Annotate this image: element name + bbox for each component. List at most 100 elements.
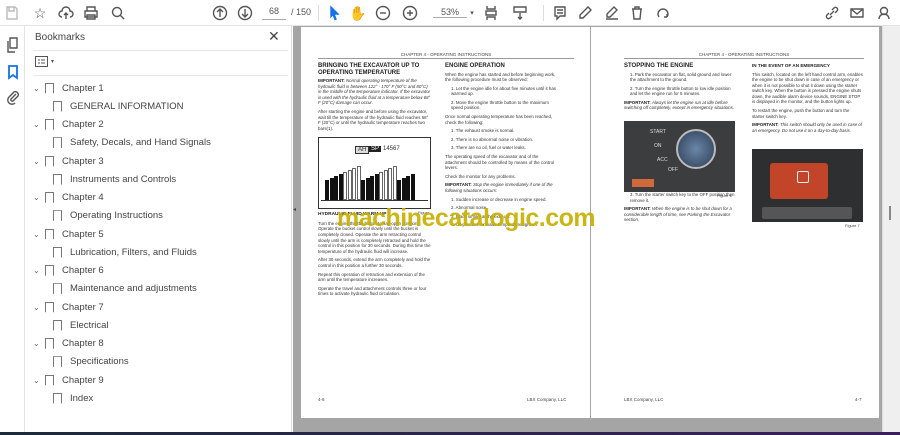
select-cursor-icon[interactable] <box>325 4 343 22</box>
bookmark-chapter-2[interactable]: ⌄ Chapter 2 <box>33 118 104 132</box>
bookmark-section[interactable]: Safety, Decals, and Hand Signals <box>53 136 211 150</box>
bookmark-section[interactable]: Instruments and Controls <box>53 172 176 186</box>
paragraph: After 30 seconds, extend the arm complet… <box>318 257 431 268</box>
gauge-bar <box>397 180 401 200</box>
page-thumbnails-icon[interactable] <box>4 36 22 54</box>
page-fit-icon[interactable] <box>482 4 500 22</box>
gauge-bar <box>356 166 361 200</box>
save-icon[interactable] <box>3 4 21 22</box>
key-start-label: START <box>650 129 666 135</box>
bookmark-label: Chapter 3 <box>62 155 104 167</box>
highlight-pen-icon[interactable] <box>576 4 594 22</box>
star-icon[interactable]: ☆ <box>31 4 49 22</box>
bookmark-panel-icon[interactable] <box>4 63 22 81</box>
user-account-icon[interactable] <box>875 4 893 22</box>
important-label: IMPORTANT: <box>445 182 472 188</box>
chevron-down-icon[interactable]: ▾ <box>463 4 481 22</box>
comment-icon[interactable] <box>551 4 569 22</box>
scroll-mode-icon[interactable] <box>511 4 529 22</box>
footer-company: LBX Company, LLC <box>527 397 567 402</box>
bookmark-icon <box>53 210 62 222</box>
bookmark-section[interactable]: Specifications <box>53 355 129 369</box>
bookmark-icon <box>53 100 62 112</box>
page-number-input[interactable]: 68 <box>262 6 286 20</box>
bookmark-icon <box>45 192 54 203</box>
bookmark-icon <box>45 228 54 240</box>
bookmark-chapter-8[interactable]: ⌄ Chapter 8 <box>33 337 104 351</box>
scrollbar-thumb[interactable] <box>889 206 891 220</box>
bookmark-section[interactable]: Operating Instructions <box>53 209 163 223</box>
close-panel-icon[interactable]: ✕ <box>268 28 280 45</box>
column-right: IN THE EVENT OF AN EMERGENCY This switch… <box>752 63 863 136</box>
chevron-down-icon[interactable]: ⌄ <box>33 157 45 166</box>
footer-company: LBX Company, LLC <box>624 397 664 402</box>
email-icon[interactable] <box>848 4 866 22</box>
bookmark-icon <box>53 392 62 404</box>
bookmark-chapter-9[interactable]: ⌄ Chapter 9 <box>33 373 104 387</box>
bookmark-section[interactable]: Index <box>53 391 93 405</box>
chevron-down-icon[interactable]: ⌄ <box>33 376 45 385</box>
list-item: 1. Park the excavator on flat, solid gro… <box>630 71 732 83</box>
bookmark-label: GENERAL INFORMATION <box>70 100 184 112</box>
paragraph: After starting the engine and before usi… <box>318 108 429 131</box>
bookmark-section[interactable]: Electrical <box>53 318 109 332</box>
monitor-display-figure: AH SP 14567 <box>318 137 431 209</box>
vertical-scrollbar[interactable] <box>882 26 900 432</box>
chevron-down-icon[interactable]: ⌄ <box>33 193 45 202</box>
rotate-icon[interactable] <box>654 4 672 22</box>
gauge-bar <box>329 178 334 200</box>
previous-page-icon[interactable] <box>211 4 229 22</box>
chevron-down-icon[interactable]: ⌄ <box>33 230 45 239</box>
section-heading: ENGINE OPERATION <box>445 63 505 69</box>
delete-trash-icon[interactable] <box>628 4 646 22</box>
bookmark-label: Instruments and Controls <box>70 173 177 185</box>
bookmark-label: Lubrication, Filters, and Fluids <box>70 246 197 258</box>
print-icon[interactable] <box>82 4 100 22</box>
zoom-in-icon[interactable] <box>401 4 419 22</box>
chevron-down-icon[interactable]: ⌄ <box>33 339 45 348</box>
bookmark-chapter-7[interactable]: ⌄ Chapter 7 <box>33 300 104 314</box>
list-item: 1. The exhaust smoke is normal. <box>451 128 515 134</box>
zoom-out-icon[interactable] <box>374 4 392 22</box>
bookmark-chapter-4[interactable]: ⌄ Chapter 4 <box>33 191 104 205</box>
scroll-left-arrow-icon[interactable]: ◂ <box>293 206 296 213</box>
share-link-icon[interactable] <box>823 4 841 22</box>
draw-signature-icon[interactable] <box>603 4 621 22</box>
gauge-bar <box>392 166 397 200</box>
bookmark-icon <box>53 173 62 185</box>
bookmark-section[interactable]: Lubrication, Filters, and Fluids <box>53 245 197 259</box>
next-page-icon[interactable] <box>236 4 254 22</box>
bookmark-chapter-3[interactable]: ⌄ Chapter 3 <box>33 154 104 168</box>
bookmark-options-button[interactable]: ▾ <box>35 56 54 67</box>
bookmark-icon <box>53 319 62 331</box>
upload-cloud-icon[interactable] <box>57 4 75 22</box>
page-number: 4-7 <box>855 397 862 402</box>
paragraph: This switch, located on the left hand co… <box>752 71 863 105</box>
bookmark-section[interactable]: GENERAL INFORMATION <box>53 99 183 113</box>
bookmark-chapter-1[interactable]: ⌄ Chapter 1 <box>33 81 104 95</box>
pdf-page-right: CHAPTER 4 - OPERATING INSTRUCTIONS STOPP… <box>591 27 879 418</box>
bookmark-icon <box>53 137 62 149</box>
bookmark-chapter-5[interactable]: ⌄ Chapter 5 <box>33 227 104 241</box>
paragraph: Check the monitor for any problems. <box>445 173 516 179</box>
gauge-bar <box>410 174 415 200</box>
zoom-level-select[interactable]: 53% <box>433 7 467 18</box>
chevron-down-icon[interactable]: ⌄ <box>33 266 45 275</box>
search-icon[interactable] <box>109 4 127 22</box>
gauge-bar <box>406 176 410 200</box>
chevron-down-icon[interactable]: ⌄ <box>33 303 45 312</box>
bookmark-icon <box>53 356 62 368</box>
section-heading: STOPPING THE ENGINE <box>624 63 694 69</box>
bookmark-chapter-6[interactable]: ⌄ Chapter 6 <box>33 264 104 278</box>
chevron-down-icon[interactable]: ⌄ <box>33 120 45 129</box>
hand-tool-icon[interactable]: ✋ <box>349 4 367 22</box>
paragraph: Once normal operating temperature has be… <box>445 114 553 125</box>
attachment-paperclip-icon[interactable] <box>4 88 22 106</box>
bookmark-label: Chapter 4 <box>62 192 104 203</box>
bookmark-section[interactable]: Maintenance and adjustments <box>53 282 197 296</box>
bookmark-label: Chapter 8 <box>62 338 104 349</box>
list-item: 3. There are no oil, fuel or water leaks… <box>451 145 526 151</box>
important-label: IMPORTANT: <box>752 122 779 128</box>
chevron-down-icon[interactable]: ⌄ <box>33 84 45 93</box>
bookmark-label: Electrical <box>70 319 109 331</box>
